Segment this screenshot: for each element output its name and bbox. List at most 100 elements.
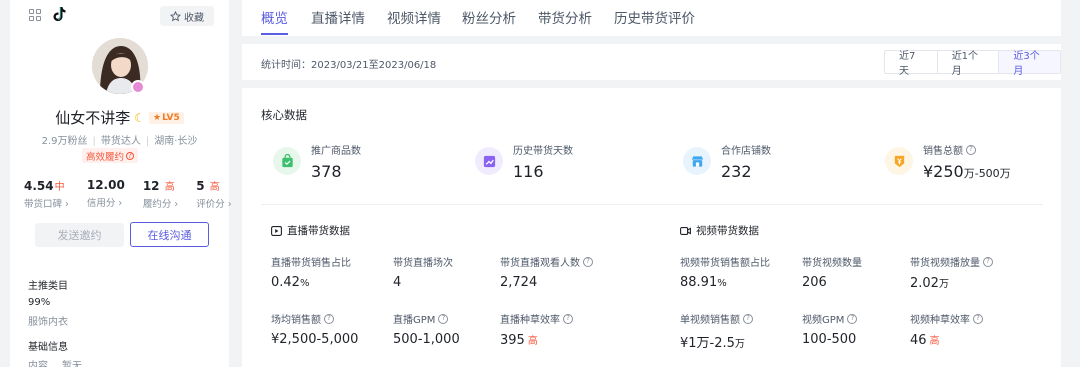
moon-icon: ☾ — [134, 110, 145, 125]
metric-label: 单视频销售额 — [680, 315, 740, 326]
stat-level-tag: 高 — [209, 182, 220, 193]
metric-value: 206 — [802, 275, 827, 290]
metric-label: 直播种草效率 — [500, 315, 560, 326]
favorite-button[interactable]: 收藏 — [160, 6, 214, 26]
active-tab-indicator — [261, 33, 288, 35]
metric-video-plays: 带货视频播放量? 2.02万 — [910, 254, 993, 291]
metric-value: 2.02 — [910, 276, 939, 291]
core-data-panel: 核心数据 推广商品数 378 历史带货天数 116 合作店铺数 232 销售总额… — [242, 88, 1061, 367]
help-icon[interactable]: ? — [743, 313, 753, 324]
help-icon[interactable]: ? — [847, 313, 858, 324]
kpi-label: 合作店铺数 — [721, 146, 771, 157]
main-category-title: 主推类目 — [28, 281, 68, 292]
fans-count: 2.9万粉丝 — [41, 136, 88, 147]
creator-location: 湖南·长沙 — [154, 136, 198, 147]
live-section-title: 直播带货数据 — [287, 225, 350, 237]
help-icon[interactable]: ? — [126, 151, 135, 160]
divider — [261, 204, 1043, 205]
tab-overview[interactable]: 概览 — [261, 7, 288, 27]
level-text: LV5 — [162, 112, 180, 123]
kpi-value: 232 — [721, 162, 752, 181]
kpi-value: 378 — [311, 162, 342, 181]
stat-item[interactable]: 12.00 信用分 › — [87, 178, 125, 210]
metric-value: 0.42 — [271, 275, 300, 290]
chevron-right-icon: › — [227, 199, 232, 210]
help-icon[interactable]: ? — [966, 144, 976, 155]
kpi-total-sales: 销售总额? ¥250万-500万 — [885, 142, 1011, 181]
help-icon[interactable]: ? — [583, 256, 593, 267]
metric-live-sessions: 带货直播场次 4 — [393, 254, 453, 290]
creator-tags: 2.9万粉丝 | 带货达人 | 湖南·长沙 — [41, 136, 198, 147]
live-section-header: 直播带货数据 — [271, 223, 350, 238]
metric-label: 带货视频数量 — [802, 258, 862, 269]
range-1m-button[interactable]: 近1个月 — [938, 51, 1000, 77]
grid-icon[interactable] — [29, 9, 41, 21]
metric-value: 100-500 — [802, 332, 857, 347]
help-icon[interactable]: ? — [438, 313, 449, 324]
metric-label: 带货直播观看人数 — [500, 258, 580, 269]
help-icon[interactable]: ? — [973, 313, 983, 324]
core-data-title: 核心数据 — [261, 108, 307, 122]
stat-item[interactable]: 12 高 履约分 › — [143, 178, 178, 210]
metric-live-seeding: 直播种草效率? 395 高 — [500, 311, 573, 348]
metric-value: 500-1,000 — [393, 332, 460, 347]
basic-info-value: 暂无 — [62, 361, 82, 367]
kpi-label: 销售总额 — [923, 146, 963, 157]
bag-icon — [273, 147, 301, 175]
metric-value: 4 — [393, 275, 402, 290]
metric-value: 46 — [910, 333, 927, 348]
metric-label: 带货视频播放量 — [910, 258, 980, 269]
metric-video-sales-share: 视频带货销售额占比 88.91% — [680, 254, 770, 290]
time-range-bar: 统计时间：2023/03/21至2023/06/18 近7天 近1个月 近3个月 — [242, 44, 1061, 80]
metric-per-video-sales: 单视频销售额? ¥1万-2.5万 — [680, 311, 753, 351]
stat-level-tag: 高 — [164, 182, 175, 193]
coin-icon — [885, 147, 913, 175]
metric-unit: % — [717, 278, 727, 289]
metric-label: 视频带货销售额占比 — [680, 258, 770, 269]
chevron-right-icon: › — [174, 199, 179, 210]
metric-avg-sales: 场均销售额? ¥2,500-5,000 — [271, 311, 358, 347]
kpi-label: 推广商品数 — [311, 146, 361, 157]
score-stats: 4.54中 带货口碑 › 12.00 信用分 › 12 高 履约分 › 5 高 … — [24, 178, 232, 210]
tiktok-icon — [53, 7, 66, 21]
metric-video-count: 带货视频数量 206 — [802, 254, 862, 290]
metric-label: 直播带货销售占比 — [271, 258, 351, 269]
stat-period-label: 统计时间：2023/03/21至2023/06/18 — [261, 60, 437, 71]
metric-value: 395 — [500, 333, 525, 348]
video-icon — [680, 226, 691, 235]
metric-label: 视频GPM — [802, 315, 845, 326]
metric-value: ¥2,500-5,000 — [271, 332, 359, 347]
stat-label: 评价分 — [196, 199, 225, 210]
range-3m-button[interactable]: 近3个月 — [999, 51, 1060, 77]
tab-fans-analysis[interactable]: 粉丝分析 — [462, 7, 516, 27]
tab-sales-analysis[interactable]: 带货分析 — [538, 7, 592, 27]
metric-value: 88.91 — [680, 275, 718, 290]
tab-video-details[interactable]: 视频详情 — [387, 7, 441, 27]
metric-video-gpm: 视频GPM? 100-500 — [802, 311, 858, 347]
stat-value: 4.54 — [24, 179, 54, 193]
main-category-name: 服饰内衣 — [28, 317, 68, 328]
help-icon[interactable]: ? — [324, 313, 334, 324]
help-icon[interactable]: ? — [563, 313, 573, 324]
main-category-percent: 99% — [28, 297, 51, 308]
help-icon[interactable]: ? — [983, 256, 993, 267]
stat-value: 12.00 — [86, 178, 125, 192]
stat-item[interactable]: 5 高 评价分 › — [196, 178, 231, 210]
high-efficiency-label: 高效履约 — [86, 151, 125, 163]
kpi-promoted-products: 推广商品数 378 — [273, 142, 361, 181]
metric-label: 视频种草效率 — [910, 315, 970, 326]
name-row: 仙女不讲李 ☾ ★ LV5 — [10, 107, 229, 128]
online-chat-button[interactable]: 在线沟通 — [130, 222, 209, 247]
basic-info-key: 内容 — [28, 361, 48, 367]
trend-icon — [475, 147, 503, 175]
stat-label: 履约分 — [142, 199, 172, 210]
chevron-right-icon: › — [118, 198, 123, 209]
send-invite-button[interactable]: 发送邀约 — [35, 223, 124, 247]
kpi-value: 116 — [513, 162, 544, 181]
creator-role: 带货达人 — [100, 136, 141, 147]
tab-live-details[interactable]: 直播详情 — [311, 7, 365, 27]
tab-sales-reviews[interactable]: 历史带货评价 — [614, 7, 695, 27]
stat-item[interactable]: 4.54中 带货口碑 › — [24, 178, 69, 210]
metric-label: 带货直播场次 — [393, 258, 453, 269]
range-7d-button[interactable]: 近7天 — [885, 51, 938, 77]
